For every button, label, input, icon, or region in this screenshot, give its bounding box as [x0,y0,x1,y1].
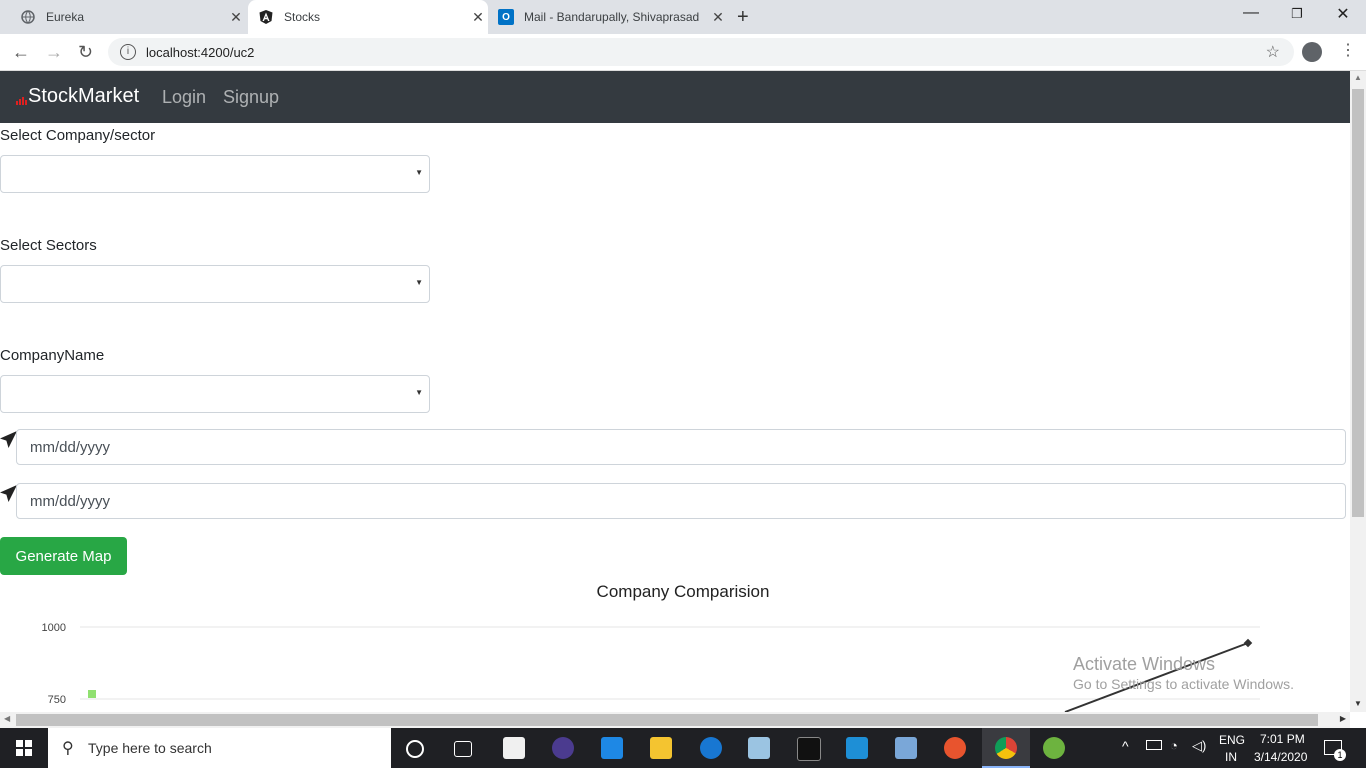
profile-avatar-icon[interactable] [1302,42,1322,62]
globe-icon [20,9,36,25]
company-sector-label: Select Company/sector [0,127,156,144]
remote-desktop-icon[interactable] [895,737,917,759]
close-tab-icon[interactable]: ✕ [226,9,246,26]
generate-map-button[interactable]: Generate Map [0,537,127,575]
terminal-icon[interactable] [797,737,821,761]
file-explorer-icon[interactable] [650,737,672,759]
taskbar: ⚲ Type here to search ^ ◔ ◁) ENG IN 7:01… [0,728,1366,768]
menu-kebab-icon[interactable]: ⋮ [1340,40,1356,60]
vscode-icon[interactable] [846,737,868,759]
edge-icon[interactable] [700,737,722,759]
url-bar[interactable]: i localhost:4200/uc2 ☆ [108,38,1294,66]
address-bar-row: ← → ↻ i localhost:4200/uc2 ☆ [0,34,1366,71]
scroll-up-icon[interactable]: ▲ [1354,73,1362,82]
region-indicator[interactable]: IN [1225,750,1237,764]
activation-watermark-title: Activate Windows [1073,654,1216,674]
chrome-taskbar-button[interactable] [982,728,1030,768]
tab-title: Mail - Bandarupally, Shivaprasad [524,10,700,24]
y-tick-1000: 1000 [42,622,66,634]
activation-watermark-sub: Go to Settings to activate Windows. [1073,676,1294,692]
close-tab-icon[interactable]: ✕ [468,9,488,26]
volume-icon[interactable]: ◁) [1192,738,1206,754]
app-navbar: StockMarket Login Signup [0,71,1350,123]
eclipse-icon[interactable] [552,737,574,759]
forward-icon[interactable]: → [45,42,63,63]
scroll-thumb[interactable] [1352,89,1364,517]
tray-chevron-icon[interactable]: ^ [1122,738,1129,754]
tab-stocks[interactable]: Stocks ✕ [248,0,488,34]
from-date-input[interactable]: mm/dd/yyyy [16,429,1346,465]
bookmark-star-icon[interactable]: ☆ [1266,42,1280,62]
lang-indicator[interactable]: ENG [1219,733,1245,747]
close-tab-icon[interactable]: ✕ [708,9,728,26]
dropdown-arrow-icon: ▼ [415,278,423,287]
company-name-label: CompanyName [0,347,105,364]
outlook-icon: O [498,9,514,25]
back-icon[interactable]: ← [12,42,30,63]
page-viewport: StockMarket Login Signup Select Company/… [0,71,1350,712]
restore-icon[interactable]: ❐ [1274,6,1320,22]
windows-start-icon[interactable] [16,740,32,761]
brand[interactable]: StockMarket [16,85,139,108]
tab-eureka[interactable]: Eureka ✕ [0,0,246,34]
notes-icon[interactable] [748,737,770,759]
chrome-icon [995,737,1017,759]
mail-icon[interactable] [601,737,623,759]
close-window-icon[interactable]: ✕ [1320,4,1366,24]
url-text[interactable]: localhost:4200/uc2 [146,45,254,60]
chart-logo-icon [16,95,27,105]
task-view-icon[interactable] [454,741,472,757]
dropdown-arrow-icon: ▼ [415,388,423,397]
dropdown-arrow-icon: ▼ [415,168,423,177]
info-icon[interactable]: i [120,44,136,60]
paper-plane-icon [0,431,17,453]
reload-icon[interactable]: ↻ [78,42,93,63]
scroll-left-icon[interactable]: ◀ [4,714,10,723]
store-icon[interactable] [503,737,525,759]
postman-icon[interactable] [944,737,966,759]
vertical-scrollbar[interactable]: ▲ ▼ [1350,71,1366,712]
sectors-label: Select Sectors [0,237,97,254]
tab-title: Stocks [284,10,321,24]
new-tab-icon[interactable]: + [737,6,749,29]
search-icon: ⚲ [62,740,74,757]
wifi-icon[interactable]: ◔ [1170,738,1178,753]
notification-badge: 1 [1334,749,1346,761]
scroll-thumb[interactable] [16,714,1318,726]
to-date-input[interactable]: mm/dd/yyyy [16,483,1346,519]
clock-time[interactable]: 7:01 PM [1260,732,1305,746]
minimize-icon[interactable]: — [1228,4,1274,22]
tab-mail[interactable]: O Mail - Bandarupally, Shivaprasad ✕ [490,0,728,34]
paper-plane-icon [0,485,17,507]
brand-text[interactable]: StockMarket [28,85,139,108]
company-comparison-chart: Company Comparision 1000 750 Activate Wi… [0,576,1350,712]
data-point-dark [1243,638,1253,648]
company-name-select[interactable]: ▼ [0,375,430,413]
data-point-green [88,690,96,698]
horizontal-scrollbar[interactable]: ◀ ▶ [0,712,1350,728]
battery-icon[interactable] [1146,740,1162,750]
browser-tab-strip: Eureka ✕ Stocks ✕ O Mail - Bandarupally,… [0,0,1366,34]
tab-title: Eureka [46,10,85,24]
company-sector-select[interactable]: ▼ [0,155,430,193]
search-placeholder[interactable]: Type here to search [88,740,212,756]
angular-icon [258,9,274,25]
clock-date[interactable]: 3/14/2020 [1254,750,1307,764]
spring-icon[interactable] [1043,737,1065,759]
nav-login[interactable]: Login [162,87,206,108]
sectors-select[interactable]: ▼ [0,265,430,303]
y-tick-750: 750 [48,694,66,706]
nav-signup[interactable]: Signup [223,87,279,108]
scroll-down-icon[interactable]: ▼ [1354,699,1362,708]
cortana-icon[interactable] [406,740,424,758]
taskbar-search[interactable]: ⚲ Type here to search [48,728,391,768]
scroll-right-icon[interactable]: ▶ [1340,714,1346,723]
